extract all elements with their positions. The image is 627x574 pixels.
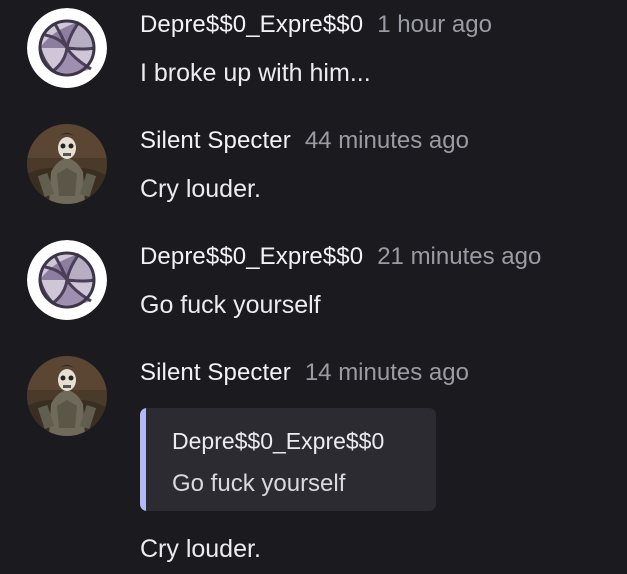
timestamp[interactable]: 21 minutes ago (377, 243, 541, 270)
author-name[interactable]: Silent Specter (140, 359, 291, 386)
author-name[interactable]: Depre$$0_Expre$$0 (140, 243, 363, 270)
message-header: Depre$$0_Expre$$0 1 hour ago (140, 11, 492, 39)
author-name[interactable]: Depre$$0_Expre$$0 (140, 11, 363, 38)
message-header: Silent Specter 44 minutes ago (140, 127, 469, 155)
volleyball-avatar-icon[interactable] (27, 8, 107, 88)
message-text: I broke up with him... (140, 59, 371, 87)
timestamp[interactable]: 44 minutes ago (305, 127, 469, 154)
quoted-message[interactable]: Depre$$0_Expre$$0 Go fuck yourself (140, 408, 436, 511)
skeleton-soldier-avatar-icon[interactable] (27, 356, 107, 436)
quote-author: Depre$$0_Expre$$0 (172, 428, 385, 454)
message-header: Silent Specter 14 minutes ago (140, 359, 469, 387)
message-text: Cry louder. (140, 535, 261, 563)
message-text: Go fuck yourself (140, 291, 321, 319)
skeleton-soldier-avatar-icon[interactable] (27, 124, 107, 204)
timestamp[interactable]: 14 minutes ago (305, 359, 469, 386)
volleyball-avatar-icon[interactable] (27, 240, 107, 320)
message-text: Cry louder. (140, 175, 261, 203)
quote-accent-bar (140, 408, 146, 511)
author-name[interactable]: Silent Specter (140, 127, 291, 154)
timestamp[interactable]: 1 hour ago (377, 11, 492, 38)
message-header: Depre$$0_Expre$$0 21 minutes ago (140, 243, 541, 271)
quote-text: Go fuck yourself (172, 470, 346, 497)
